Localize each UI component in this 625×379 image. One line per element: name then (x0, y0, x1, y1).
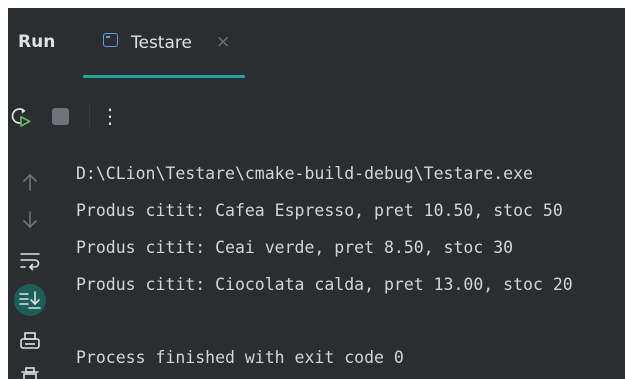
console-window-icon (103, 33, 118, 47)
more-options-icon[interactable]: ⋮ (100, 100, 120, 132)
console-line: Produs citit: Ciocolata calda, pret 13.0… (76, 275, 573, 294)
console-line: Produs citit: Ceai verde, pret 8.50, sto… (76, 238, 514, 257)
arrow-up-icon[interactable] (14, 166, 46, 198)
active-tab-indicator (83, 75, 245, 78)
scroll-to-end-icon[interactable] (14, 284, 46, 316)
console-line: D:\CLion\Testare\cmake-build-debug\Testa… (76, 164, 533, 183)
console-line: Process finished with exit code 0 (76, 348, 404, 367)
toolbar-separator (89, 103, 90, 129)
run-tool-window: Run Testare × ⋮ D:\CLion\Testare\cmake-b… (8, 8, 625, 379)
run-panel-title: Run (18, 32, 56, 52)
console-line: Produs citit: Cafea Espresso, pret 10.50… (76, 201, 563, 220)
close-icon[interactable]: × (216, 34, 230, 51)
rerun-icon[interactable] (8, 104, 32, 128)
print-icon[interactable] (14, 326, 46, 358)
tab-label: Testare (131, 33, 192, 53)
clear-all-icon[interactable] (14, 364, 46, 379)
console-output[interactable]: D:\CLion\Testare\cmake-build-debug\Testa… (76, 158, 573, 367)
run-toolbar: ⋮ (8, 100, 625, 132)
tab-testare[interactable]: Testare × (83, 8, 245, 78)
run-tab-bar: Run Testare × (8, 8, 625, 78)
arrow-down-icon[interactable] (14, 204, 46, 236)
soft-wrap-icon[interactable] (14, 244, 46, 276)
stop-icon[interactable] (52, 108, 69, 125)
